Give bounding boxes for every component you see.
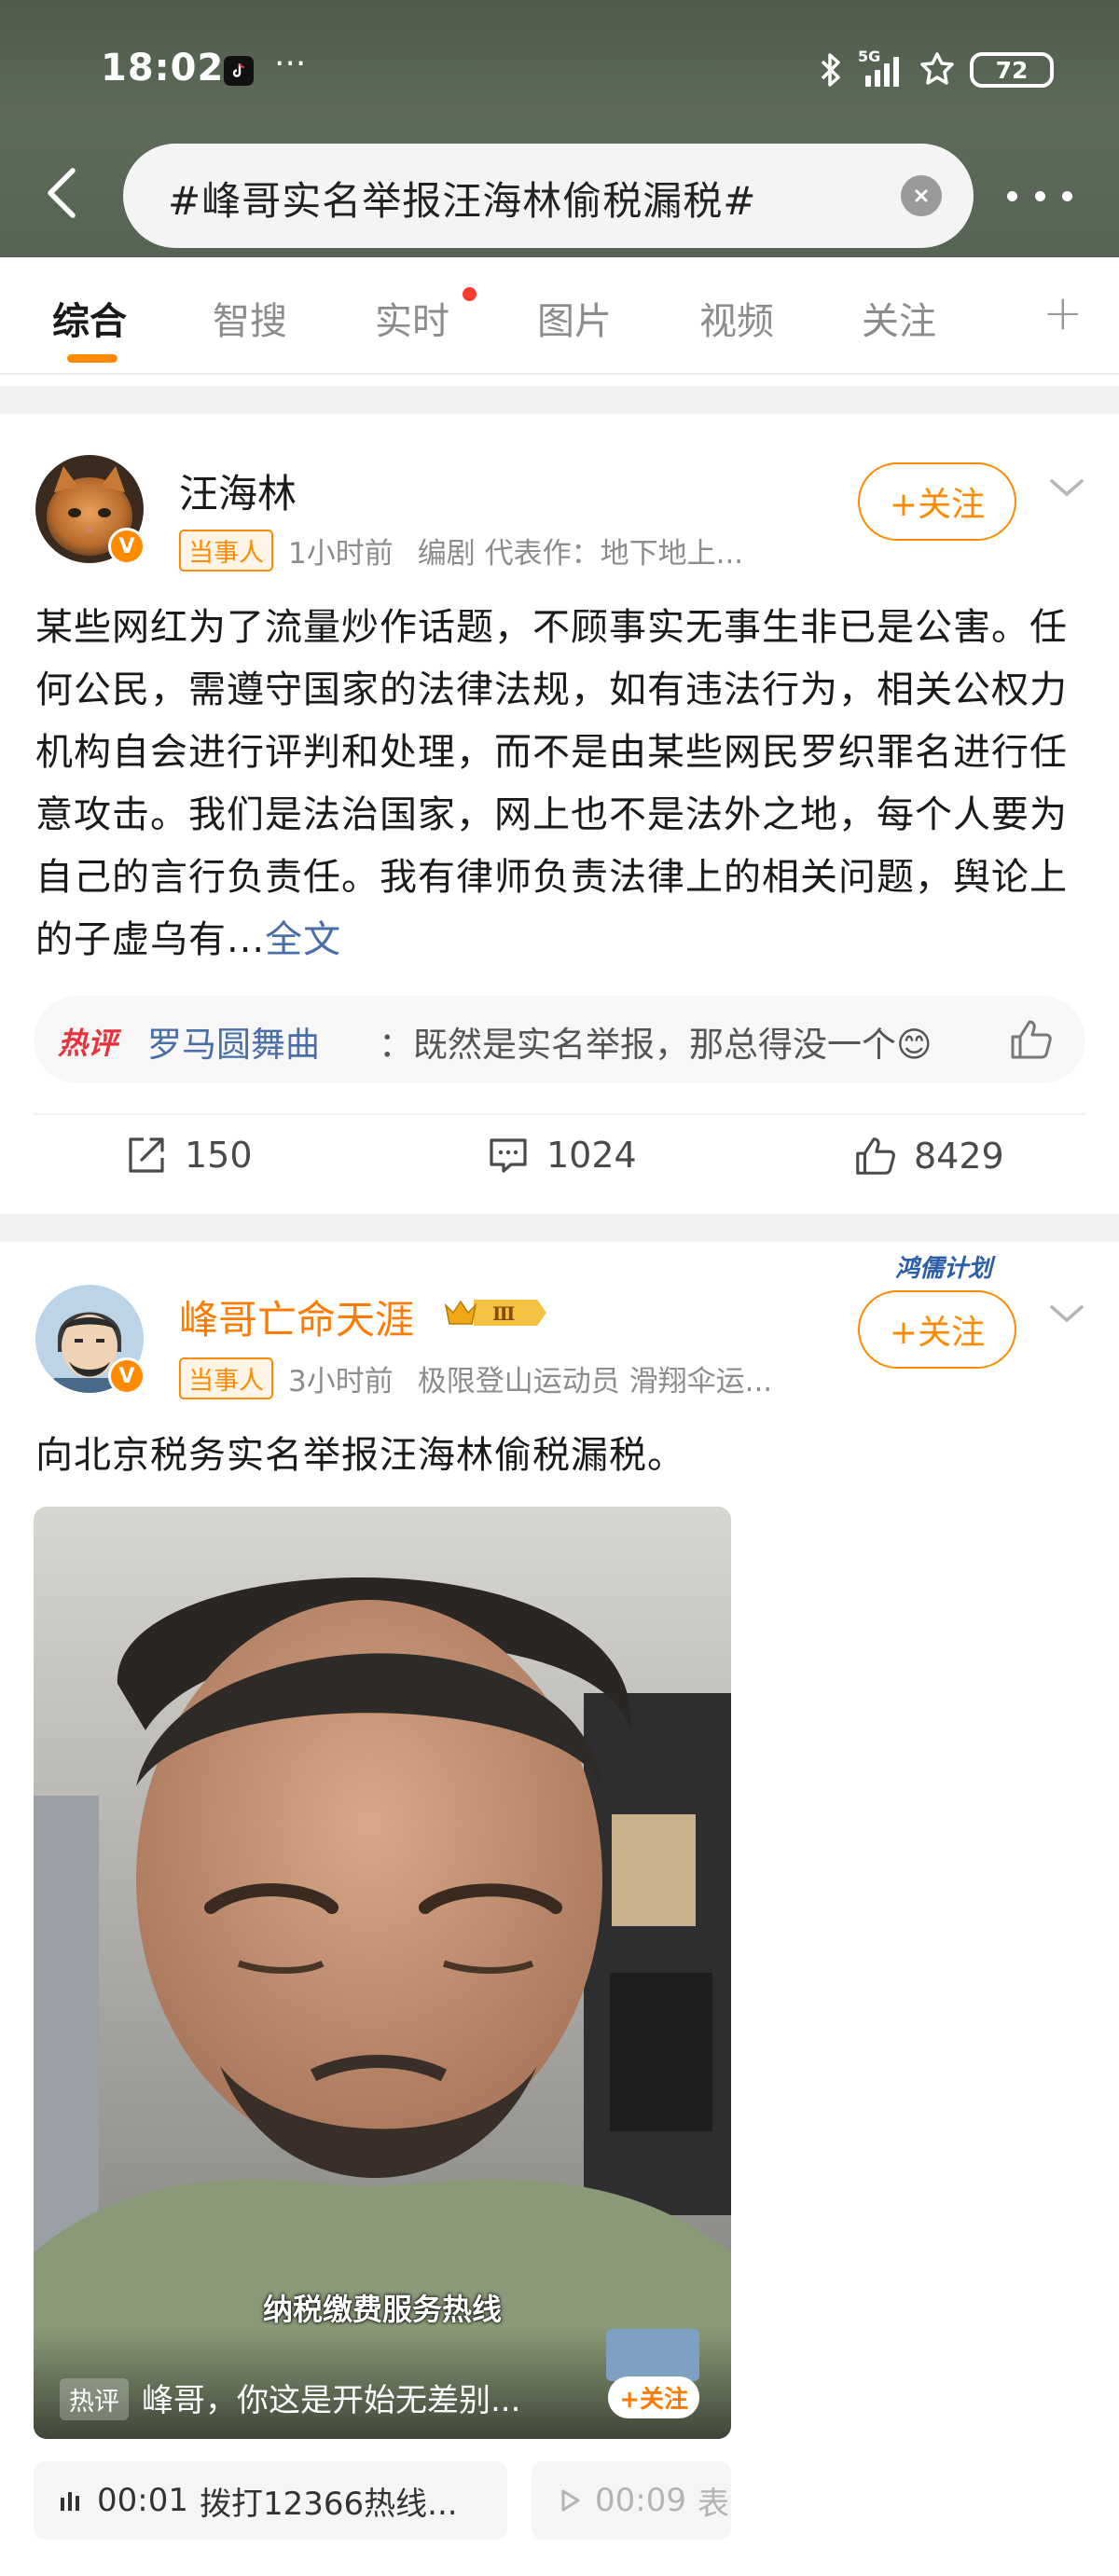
thumbs-up-icon[interactable] (1007, 1016, 1054, 1063)
video-follow-button[interactable]: +关注 (608, 2376, 699, 2418)
post-body: 向北京税务实名举报汪海林偷税漏税。 (35, 1434, 685, 1477)
post-text: 某些网红为了流量炒作话题，不顾事实无事生非已是公害。任何公民，需遵守国家的法律法… (35, 606, 1068, 961)
flower-status-icon (920, 52, 954, 85)
involved-party-tag: 当事人 (179, 530, 273, 572)
post-meta: 当事人 1小时前 编剧 代表作：地下地上... (179, 530, 743, 572)
author-description: 编剧 代表作：地下地上... (417, 537, 744, 571)
comment-icon (490, 1138, 527, 1173)
share-icon (129, 1137, 164, 1173)
more-options-button[interactable] (1007, 179, 1072, 213)
search-query: #峰哥实名举报汪海林偷税漏税# (168, 178, 757, 224)
tab-realtime[interactable]: 实时 (375, 291, 449, 345)
post-card: V 汪海林 当事人 1小时前 编剧 代表作：地下地上... +关注 某些网红为了… (0, 414, 1119, 1214)
comment-count: 1024 (546, 1135, 637, 1176)
active-tab-indicator (67, 354, 117, 363)
follow-button[interactable]: +关注 (858, 1290, 1016, 1369)
thumbs-up-icon (856, 1137, 895, 1175)
video-player[interactable]: 纳税缴费服务热线 热评 峰哥，你这是开始无差别... +关注 (34, 1507, 731, 2439)
audio-segment-chip[interactable]: 00:01 拨打12366热线... (34, 2461, 507, 2540)
chevron-left-icon (48, 168, 76, 218)
involved-party-tag: 当事人 (179, 1357, 273, 1399)
post-meta: 当事人 3小时前 极限登山运动员 滑翔伞运... (179, 1357, 772, 1399)
audio-wave-icon (61, 2492, 79, 2511)
status-more-indicator: ··· (274, 45, 307, 83)
close-icon (915, 189, 928, 202)
verified-badge-icon: V (108, 528, 145, 565)
author-description: 极限登山运动员 滑翔伞运... (417, 1365, 773, 1398)
more-dot-icon (1007, 190, 1017, 201)
tab-comprehensive[interactable]: 综合 (52, 291, 127, 345)
bluetooth-icon (821, 53, 840, 87)
comment-button[interactable]: 1024 (487, 1134, 637, 1177)
video-hot-comment-text: 峰哥，你这是开始无差别... (142, 2382, 521, 2419)
repost-button[interactable]: 150 (125, 1134, 253, 1177)
battery-indicator: 72 (970, 52, 1054, 88)
level-badge-text: Ⅲ (492, 1302, 515, 1325)
tiktok-icon (224, 56, 254, 86)
like-button[interactable]: 8429 (852, 1134, 1004, 1178)
hot-comment-badge: 热评 (60, 2378, 129, 2420)
status-bar: 18:02 ··· 5G 72 (0, 0, 1119, 140)
tab-videos[interactable]: 视频 (699, 291, 774, 345)
tab-following[interactable]: 关注 (862, 291, 936, 345)
audio-time: 00:09 (595, 2482, 686, 2519)
author-name[interactable]: 汪海林 (179, 462, 297, 519)
comment-text: ：既然是实名举报，那总得没一个😊 (379, 1025, 932, 1065)
author-name[interactable]: 峰哥亡命天涯 (179, 1288, 414, 1345)
follow-button[interactable]: +关注 (858, 462, 1016, 541)
audio-segment-chip[interactable]: 00:09 表 (532, 2461, 731, 2540)
tab-images[interactable]: 图片 (537, 291, 612, 345)
post-time: 3小时前 (288, 1365, 394, 1398)
verified-badge-icon: V (108, 1357, 145, 1395)
chevron-down-icon[interactable] (1046, 474, 1087, 502)
more-dot-icon (1062, 190, 1072, 201)
status-time: 18:02 (101, 47, 225, 90)
comment-user[interactable]: 罗马圆舞曲 (147, 1016, 320, 1067)
audio-text: 拨打12366热线... (199, 2485, 458, 2523)
post-time: 1小时前 (288, 537, 394, 571)
search-tabs: 综合 智搜 实时 图片 视频 关注 + (0, 257, 1119, 379)
plan-badge: 鸿儒计划 (895, 1255, 993, 1283)
section-divider (0, 386, 1119, 414)
post-body: 某些网红为了流量炒作话题，不顾事实无事生非已是公害。任何公民，需遵守国家的法律法… (35, 597, 1089, 971)
status-icons: 5G 72 (817, 48, 1054, 90)
add-tab-button[interactable]: + (1043, 285, 1084, 341)
section-divider (0, 1214, 1119, 1242)
video-subtitle: 纳税缴费服务热线 (262, 2292, 502, 2327)
repost-count: 150 (185, 1135, 253, 1176)
new-content-dot (463, 287, 477, 301)
search-input[interactable]: #峰哥实名举报汪海林偷税漏税# (123, 144, 974, 248)
more-dot-icon (1034, 190, 1045, 201)
full-text-link[interactable]: 全文 (265, 918, 341, 961)
signal-icon: 5G (858, 48, 905, 89)
tab-smart-search[interactable]: 智搜 (213, 291, 287, 345)
post-card: V 峰哥亡命天涯 Ⅲ 鸿儒计划 当事人 3小时前 极限登山运动员 滑翔伞运...… (0, 1242, 1119, 2576)
audio-text: 表 (697, 2485, 729, 2523)
hot-comment-badge: 热评 (58, 1026, 118, 1061)
divider (34, 1113, 1085, 1115)
tabs-divider (0, 373, 1119, 375)
member-level-badge: Ⅲ (440, 1292, 552, 1333)
back-button[interactable] (34, 160, 90, 226)
commenter-avatar (606, 2329, 699, 2381)
clear-search-button[interactable] (901, 175, 942, 216)
hot-comment[interactable]: 热评 罗马圆舞曲 ：既然是实名举报，那总得没一个😊 (34, 996, 1085, 1083)
audio-time: 00:01 (97, 2482, 188, 2519)
play-icon (561, 2489, 580, 2512)
chevron-down-icon[interactable] (1046, 1300, 1087, 1328)
like-count: 8429 (914, 1136, 1004, 1177)
top-header: 18:02 ··· 5G 72 #峰哥实名举报汪海林偷税漏税# (0, 0, 1119, 257)
